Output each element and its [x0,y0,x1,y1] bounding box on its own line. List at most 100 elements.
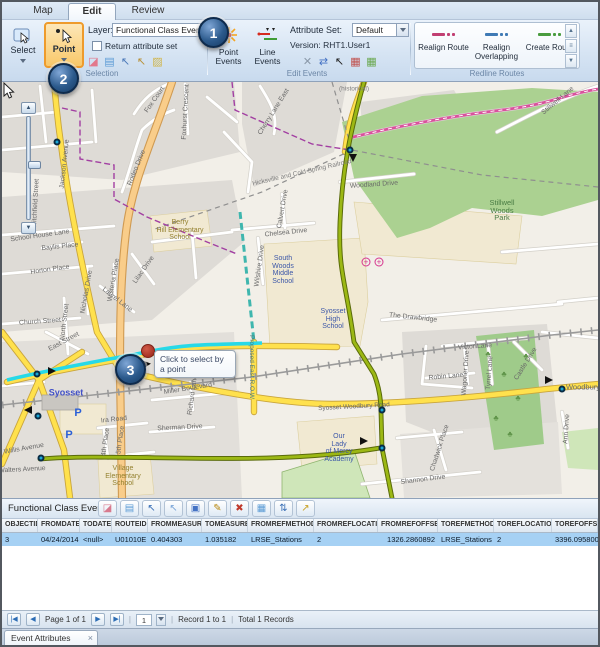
tab-map[interactable]: Map [20,3,66,20]
map-label: Shannon Drive [400,474,446,487]
grid-view-icon[interactable]: ▦ [252,500,271,517]
next-page-button[interactable]: ▶ [91,613,105,626]
map-label: East Street [47,331,80,353]
zoom-out-button[interactable]: ▼ [21,222,36,234]
column-header[interactable]: TOMEASURE [202,519,248,532]
page-size-input[interactable]: 1 [136,614,152,626]
scroll-up-icon[interactable]: ▲ [565,24,577,38]
select-button-label: Select [10,45,35,55]
layer-dropdown[interactable]: Functional Class Event [112,23,201,37]
select-event-icon[interactable]: ↖ [332,56,347,70]
table-cell[interactable]: LRSE_Stations [438,533,494,546]
table-row[interactable]: 304/24/2014<null>U01010E0.4043031.035182… [2,533,598,546]
map-label: Syosset [49,389,84,397]
delete-record-icon[interactable]: ✖ [230,500,249,517]
table-cell[interactable]: 0.404303 [148,533,202,546]
column-header[interactable]: TOREFLOCATION [494,519,552,532]
map-label: Hicksville and Cold Spring Railroad [252,158,353,188]
chevron-down-icon [61,58,67,62]
map-label: Ira Road [101,415,128,425]
map-label: Wagoner Drive [461,350,472,395]
eraser-icon[interactable]: ◪ [86,56,101,70]
table-cell[interactable]: 04/24/2014 [38,533,80,546]
attribute-table-icon[interactable]: ▤ [120,500,139,517]
zoom-to-selection-icon[interactable]: ↖ [142,500,161,517]
record-total-text: Total 1 Records [238,615,294,624]
route-node-icon [34,371,41,378]
map-label: Village Elementary School [105,465,140,488]
zoom-in-button[interactable]: ▲ [21,102,36,114]
column-header[interactable]: TOREFOFFSET [552,519,598,532]
table-cell[interactable]: 3396.0958005 [552,533,598,546]
first-page-button[interactable]: |◀ [7,613,21,626]
save-icon[interactable]: ▣ [186,500,205,517]
tab-edit[interactable]: Edit [68,3,116,20]
event-table-red-icon[interactable]: ▦ [348,56,363,70]
clear-selection-icon[interactable]: ▨ [150,56,165,70]
column-header[interactable]: FROMREFMETHOD [248,519,314,532]
table-cell[interactable]: LRSE_Stations [248,533,314,546]
map-label: Berry Hill Elementary School [156,219,203,242]
column-header[interactable]: OBJECTID [2,519,38,532]
page-size-dropdown-button[interactable] [156,614,166,626]
redline-realign-route-button[interactable]: Realign Route [417,24,470,68]
column-header[interactable]: FROMDATE [38,519,80,532]
table-header-row: OBJECTIDFROMDATETODATEROUTEIDFROMMEASURE… [2,519,598,533]
table-cell[interactable]: 3 [2,533,38,546]
sort-records-icon[interactable]: ⇅ [274,500,293,517]
column-header[interactable]: FROMREFOFFSET [378,519,438,532]
table-cell[interactable]: 1.035182 [202,533,248,546]
redline-button-label: Realign Overlapping [475,43,518,61]
point-tool-button[interactable]: Point [44,22,84,68]
map-label: Richard Lane [186,374,199,415]
map-label: Laurel Lane [101,286,134,314]
eraser-icon[interactable]: ◪ [98,500,117,517]
event-table-green-icon[interactable]: ▦ [364,56,379,70]
merge-event-icon[interactable]: ⇄ [316,56,331,70]
column-header[interactable]: FROMREFLOCATION [314,519,378,532]
redline-routes-group-label: Redline Routes [422,69,572,78]
table-cell[interactable]: U01010E [112,533,148,546]
return-attribute-set-checkbox[interactable] [92,41,102,51]
table-cell[interactable]: 2 [494,533,552,546]
column-header[interactable]: ROUTEID [112,519,148,532]
attribute-set-dropdown-button[interactable] [396,23,409,37]
map-view[interactable]: (historical)Fox CourtRodeo DriveFoxhurst… [2,82,598,498]
zoom-track[interactable] [26,116,31,220]
tab-event-attributes[interactable]: Event Attributes × [4,630,98,646]
column-header[interactable]: FROMMEASURE [148,519,202,532]
tooltip-line2: a point [160,364,186,374]
close-icon[interactable]: × [88,631,93,646]
map-label: Tyrrel Lane [485,356,495,390]
prev-page-button[interactable]: ◀ [26,613,40,626]
last-page-button[interactable]: ▶| [110,613,124,626]
select-tool-button[interactable]: Select [6,24,40,66]
scroll-thumb-icon[interactable]: ≡ [565,39,577,53]
tree-icon: ♣ [507,430,512,439]
column-header[interactable]: TOREFMETHOD [438,519,494,532]
table-cell[interactable]: 1326.2860892 [378,533,438,546]
parking-icon: P [65,429,72,441]
map-label: Stillwell Woods Park [489,199,514,222]
attribute-table-icon[interactable]: ▤ [102,56,117,70]
zoom-slider[interactable]: ▲ ▼ [21,102,39,236]
open-attributes-icon[interactable]: ↗ [296,500,315,517]
select-by-attribute-icon[interactable]: ↖ [118,56,133,70]
point-events-label: Point Events [216,47,242,66]
column-header[interactable]: TODATE [80,519,112,532]
tab-event-attributes-label: Event Attributes [11,633,71,643]
table-cell[interactable]: 2 [314,533,378,546]
scroll-down-icon[interactable]: ▼ [565,54,577,68]
pan-to-selection-icon[interactable]: ↖ [164,500,183,517]
map-label: Baylis Place [41,241,79,252]
tree-icon: ♣ [515,394,520,403]
attribute-set-dropdown[interactable]: Default [352,23,397,37]
select-by-route-icon[interactable]: ↖ [134,56,149,70]
selection-tools-row: ◪▤↖↖▨ [86,52,166,70]
tab-review[interactable]: Review [120,3,176,20]
redline-realign-overlapping-button[interactable]: Realign Overlapping [470,24,523,68]
line-events-button[interactable]: Line Events [249,23,286,68]
edit-record-icon[interactable]: ✎ [208,500,227,517]
table-cell[interactable]: <null> [80,533,112,546]
split-event-icon[interactable]: ✕ [300,56,315,70]
